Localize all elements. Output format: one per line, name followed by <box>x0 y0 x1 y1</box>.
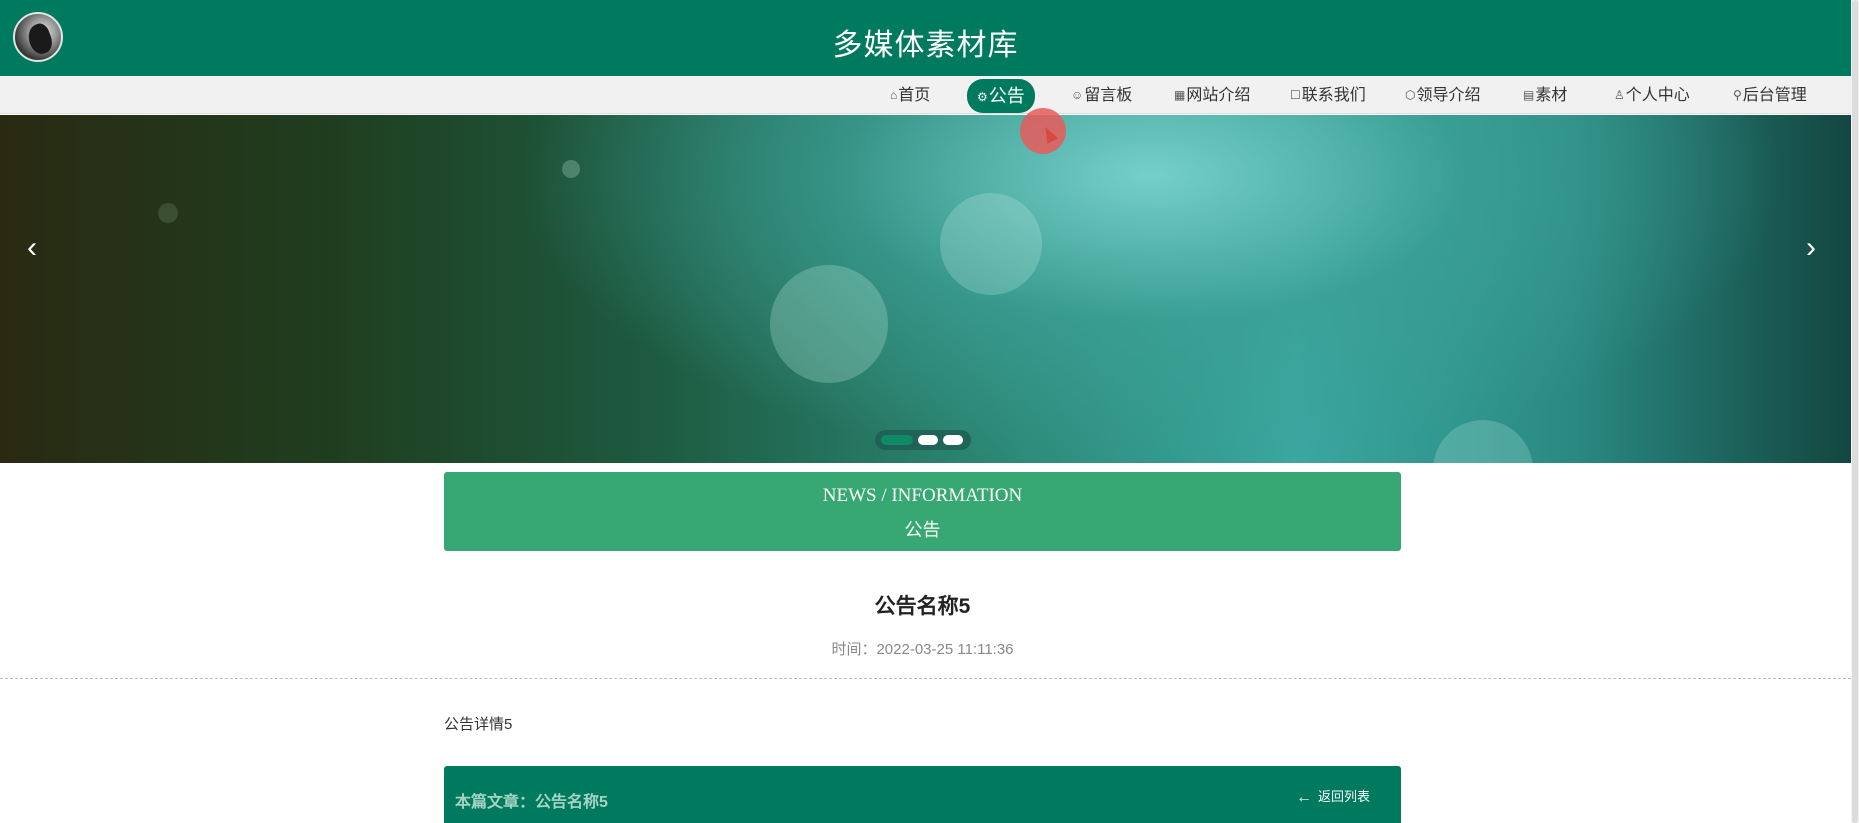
carousel-dot-1[interactable] <box>881 435 913 445</box>
nav-item-contact[interactable]: ☐联系我们 <box>1288 81 1368 109</box>
home-icon: ⌂ <box>890 88 898 102</box>
scrollbar-thumb[interactable] <box>1852 0 1858 823</box>
main-nav: ⌂首页 ⚙公告 ☺留言板 ▦网站介绍 ☐联系我们 ⬡领导介绍 ▤素材 ♙个人中心… <box>0 76 1851 114</box>
nav-label: 网站介绍 <box>1186 87 1251 104</box>
contact-icon: ☐ <box>1290 88 1301 102</box>
nav-label: 联系我们 <box>1301 87 1366 104</box>
nav-item-materials[interactable]: ▤素材 <box>1521 81 1569 109</box>
carousel-indicators <box>875 430 971 450</box>
article-body: 公告详情5 <box>444 716 513 733</box>
site-header: 多媒体素材库 <box>0 0 1851 76</box>
nav-label: 首页 <box>898 87 931 104</box>
nav-item-leader-intro[interactable]: ⬡领导介绍 <box>1403 81 1483 109</box>
current-article-label: 本篇文章：公告名称5 <box>455 794 608 811</box>
gear-icon: ⚙ <box>977 90 988 104</box>
section-header: NEWS / INFORMATION 公告 <box>444 472 1401 551</box>
banner-carousel: ‹ › <box>0 115 1851 463</box>
cube-icon: ⬡ <box>1405 88 1416 102</box>
calendar-icon: ▤ <box>1523 88 1535 102</box>
page-scrollbar[interactable] <box>1851 0 1859 823</box>
bokeh-decoration <box>770 265 888 383</box>
nav-label: 素材 <box>1535 87 1568 104</box>
carousel-next-button[interactable]: › <box>1791 228 1831 268</box>
back-to-list-label: 返回列表 <box>1318 789 1371 804</box>
carousel-dot-2[interactable] <box>918 435 938 445</box>
nav-item-announcement[interactable]: ⚙公告 <box>967 79 1035 113</box>
arrow-left-icon: ← <box>1296 789 1312 806</box>
nav-label: 留言板 <box>1084 87 1133 104</box>
article-time: 时间：2022-03-25 11:11:36 <box>831 641 1014 658</box>
section-cn-title: 公告 <box>904 520 941 540</box>
nav-item-home[interactable]: ⌂首页 <box>888 81 932 109</box>
nav-item-message-board[interactable]: ☺留言板 <box>1069 81 1134 109</box>
nav-item-site-intro[interactable]: ▦网站介绍 <box>1172 81 1252 109</box>
back-to-list-button[interactable]: ← 返回列表 <box>1296 786 1370 807</box>
article-footer-bar: 本篇文章：公告名称5 ← 返回列表 <box>444 766 1401 823</box>
user-icon: ♙ <box>1614 88 1625 102</box>
bokeh-decoration <box>940 193 1042 295</box>
article-title: 公告名称5 <box>874 595 971 618</box>
bokeh-decoration <box>1433 420 1533 463</box>
page: 多媒体素材库 ⌂首页 ⚙公告 ☺留言板 ▦网站介绍 ☐联系我们 ⬡领导介绍 ▤素… <box>0 0 1859 823</box>
nav-item-personal-center[interactable]: ♙个人中心 <box>1612 81 1692 109</box>
bokeh-decoration <box>562 160 580 178</box>
section-en-title: NEWS / INFORMATION <box>822 485 1023 506</box>
grid-icon: ▦ <box>1174 88 1186 102</box>
nav-label: 后台管理 <box>1742 87 1807 104</box>
nav-label: 领导介绍 <box>1416 87 1481 104</box>
site-title: 多媒体素材库 <box>832 29 1019 62</box>
carousel-dot-3[interactable] <box>943 435 963 445</box>
message-icon: ☺ <box>1071 88 1084 102</box>
nav-label: 个人中心 <box>1625 87 1690 104</box>
bokeh-decoration <box>158 203 178 223</box>
nav-item-admin[interactable]: ⚲后台管理 <box>1731 81 1809 109</box>
carousel-prev-button[interactable]: ‹ <box>12 228 52 268</box>
link-icon: ⚲ <box>1733 88 1742 102</box>
nav-label: 公告 <box>988 86 1025 106</box>
divider <box>0 678 1851 679</box>
